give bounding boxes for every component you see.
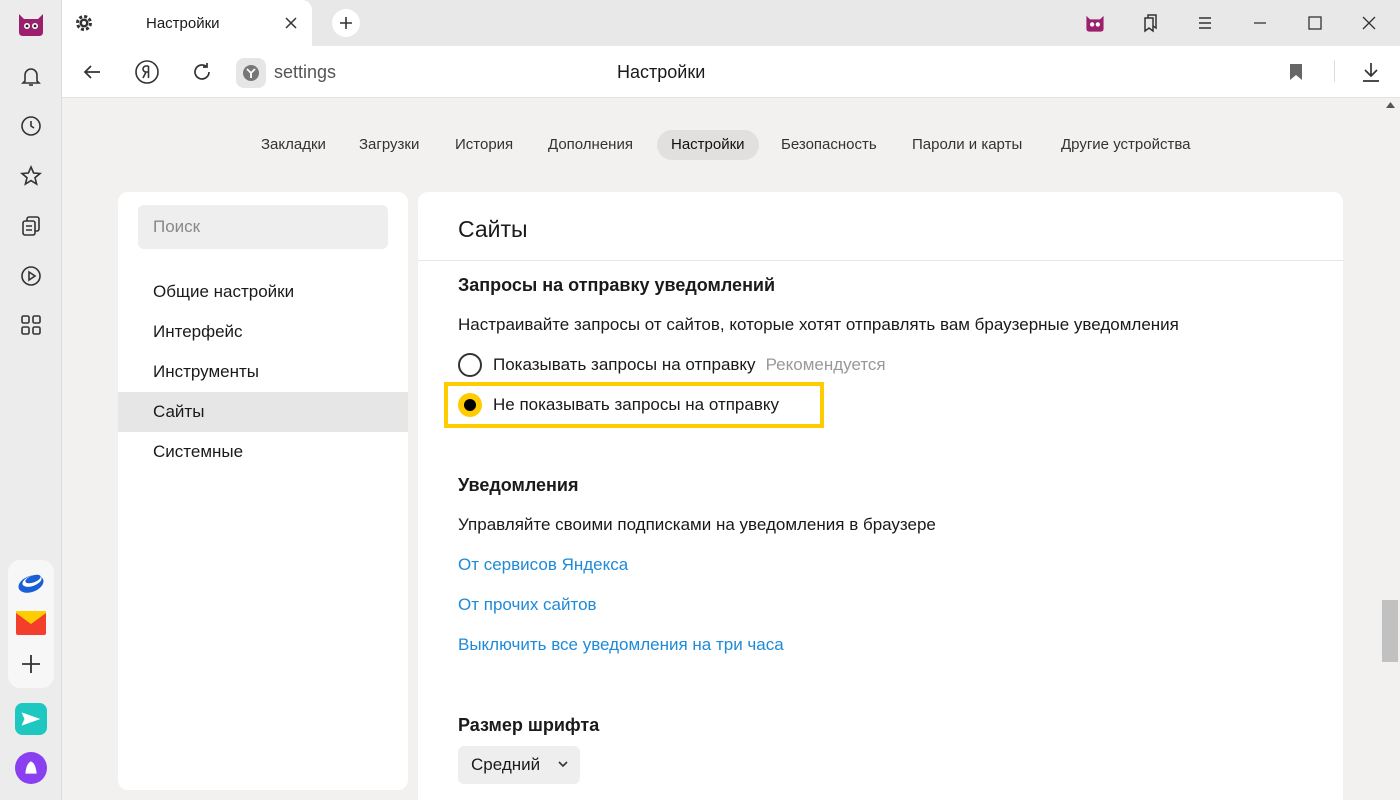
- tab-bookmarks[interactable]: Закладки: [247, 130, 340, 160]
- header-divider: [418, 260, 1343, 261]
- toolbar-divider: [1334, 60, 1335, 82]
- tab-strip: Настройки: [62, 0, 1400, 46]
- tab-extensions[interactable]: Дополнения: [534, 130, 647, 160]
- menu-icon[interactable]: [1192, 10, 1218, 36]
- maximize-icon[interactable]: [1302, 10, 1328, 36]
- bookmarks-panel-icon[interactable]: [1137, 10, 1163, 36]
- link-yandex-services[interactable]: От сервисов Яндекса: [458, 555, 628, 575]
- bell-icon[interactable]: [15, 60, 47, 92]
- play-icon[interactable]: [15, 260, 47, 292]
- font-size-value: Средний: [471, 755, 541, 774]
- tab-history[interactable]: История: [441, 130, 527, 160]
- close-icon[interactable]: [282, 14, 300, 32]
- scrollbar[interactable]: [1381, 98, 1400, 800]
- back-icon[interactable]: [78, 58, 106, 86]
- tab-security[interactable]: Безопасность: [767, 130, 891, 160]
- profile-avatar-icon[interactable]: [1082, 10, 1108, 36]
- messenger-icon[interactable]: [15, 703, 47, 735]
- tab-settings[interactable]: Настройки: [62, 0, 312, 46]
- tab-settings-nav[interactable]: Настройки: [657, 130, 759, 160]
- close-window-icon[interactable]: [1356, 10, 1382, 36]
- disk-icon[interactable]: [15, 566, 47, 598]
- apps-icon[interactable]: [15, 309, 47, 341]
- gear-icon: [74, 13, 94, 33]
- bookmark-icon[interactable]: [1282, 58, 1310, 86]
- tab-downloads[interactable]: Загрузки: [345, 130, 433, 160]
- browser-sidebar: [0, 0, 62, 800]
- star-icon[interactable]: [15, 160, 47, 192]
- minimize-icon[interactable]: [1247, 10, 1273, 36]
- radio-label: Не показывать запросы на отправку: [493, 395, 780, 414]
- site-favicon-icon: [236, 58, 266, 88]
- font-size-title: Размер шрифта: [458, 715, 600, 735]
- plus-icon: [340, 17, 352, 29]
- sidebar-item-interface[interactable]: Интерфейс: [118, 312, 408, 352]
- sidebar-item-system[interactable]: Системные: [118, 432, 408, 472]
- mail-icon[interactable]: [15, 607, 47, 639]
- settings-nav: Закладки Загрузки История Дополнения Нас…: [62, 130, 1382, 160]
- radio-label: Показывать запросы на отправку: [493, 355, 756, 374]
- recommended-hint: Рекомендуется: [765, 355, 886, 374]
- radio-button-checked[interactable]: [458, 393, 482, 417]
- yandex-icon[interactable]: [133, 58, 161, 86]
- notif-requests-title: Запросы на отправку уведомлений: [458, 275, 776, 295]
- tab-other-devices[interactable]: Другие устройства: [1047, 130, 1204, 160]
- browser-logo-icon[interactable]: [15, 8, 47, 40]
- link-other-sites[interactable]: От прочих сайтов: [458, 595, 597, 615]
- new-tab-button[interactable]: [332, 9, 360, 37]
- radio-button[interactable]: [458, 353, 482, 377]
- radio-hide-requests[interactable]: Не показывать запросы на отправку: [458, 392, 779, 418]
- sidebar-item-general[interactable]: Общие настройки: [118, 272, 408, 312]
- address-bar: settings Настройки: [62, 46, 1400, 98]
- history-icon[interactable]: [15, 110, 47, 142]
- scroll-up-icon[interactable]: [1386, 102, 1395, 108]
- notifications-title: Уведомления: [458, 475, 579, 495]
- tab-title: Настройки: [146, 15, 220, 32]
- chevron-down-icon: [558, 761, 568, 768]
- settings-main-panel: Сайты Запросы на отправку уведомлений На…: [418, 192, 1343, 800]
- page-title: Настройки: [617, 62, 706, 82]
- search-input[interactable]: [138, 205, 388, 249]
- notifications-description: Управляйте своими подписками на уведомле…: [458, 515, 936, 534]
- scroll-thumb[interactable]: [1382, 600, 1398, 662]
- plus-icon[interactable]: [15, 648, 47, 680]
- download-icon[interactable]: [1357, 58, 1385, 86]
- tab-passwords[interactable]: Пароли и карты: [898, 130, 1036, 160]
- settings-page: Закладки Загрузки История Дополнения Нас…: [62, 98, 1400, 800]
- alice-icon[interactable]: [15, 752, 47, 784]
- notif-requests-description: Настраивайте запросы от сайтов, которые …: [458, 315, 1179, 334]
- collections-icon[interactable]: [15, 210, 47, 242]
- url-input[interactable]: settings: [274, 62, 336, 83]
- section-header: Сайты: [458, 216, 528, 242]
- sidebar-item-sites[interactable]: Сайты: [118, 392, 408, 432]
- font-size-select[interactable]: Средний: [458, 746, 580, 784]
- settings-sidebar: Общие настройки Интерфейс Инструменты Са…: [118, 192, 408, 790]
- radio-show-requests[interactable]: Показывать запросы на отправку Рекоменду…: [458, 352, 886, 378]
- link-disable-three-hours[interactable]: Выключить все уведомления на три часа: [458, 635, 784, 655]
- sidebar-item-tools[interactable]: Инструменты: [118, 352, 408, 392]
- reload-icon[interactable]: [188, 58, 216, 86]
